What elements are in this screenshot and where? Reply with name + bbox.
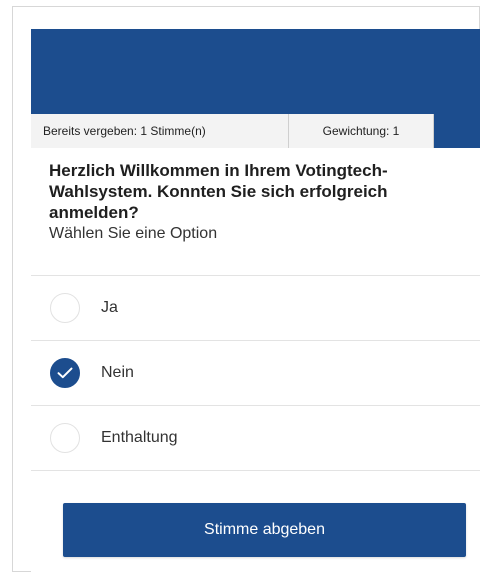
option-ja[interactable]: Ja: [31, 276, 480, 341]
info-bar-fill: [434, 114, 480, 148]
option-label-enthaltung: Enthaltung: [101, 429, 178, 446]
weighting-tab: Gewichtung: 1: [289, 114, 434, 148]
option-label-nein: Nein: [101, 364, 134, 381]
radio-ja[interactable]: [50, 293, 80, 323]
radio-nein[interactable]: [50, 358, 80, 388]
weighting-label: Gewichtung: 1: [322, 124, 400, 138]
info-bar: Bereits vergeben: 1 Stimme(n) Gewichtung…: [31, 114, 480, 148]
question-block: Herzlich Willkommen in Ihrem Votingtech-…: [31, 148, 480, 276]
option-enthaltung[interactable]: Enthaltung: [31, 406, 480, 471]
votes-cast-tab: Bereits vergeben: 1 Stimme(n): [31, 114, 289, 148]
option-nein[interactable]: Nein: [31, 341, 480, 406]
page-frame: Bereits vergeben: 1 Stimme(n) Gewichtung…: [12, 6, 480, 572]
question-text: Herzlich Willkommen in Ihrem Votingtech-…: [49, 161, 388, 222]
votes-cast-label: Bereits vergeben: 1 Stimme(n): [43, 124, 206, 138]
app-header: [31, 29, 480, 114]
voting-app: Bereits vergeben: 1 Stimme(n) Gewichtung…: [31, 29, 480, 572]
option-label-ja: Ja: [101, 299, 118, 316]
check-icon: [57, 367, 73, 379]
submit-vote-button[interactable]: Stimme abgeben: [63, 503, 466, 557]
radio-enthaltung[interactable]: [50, 423, 80, 453]
question-hint: Wählen Sie eine Option: [49, 225, 218, 242]
